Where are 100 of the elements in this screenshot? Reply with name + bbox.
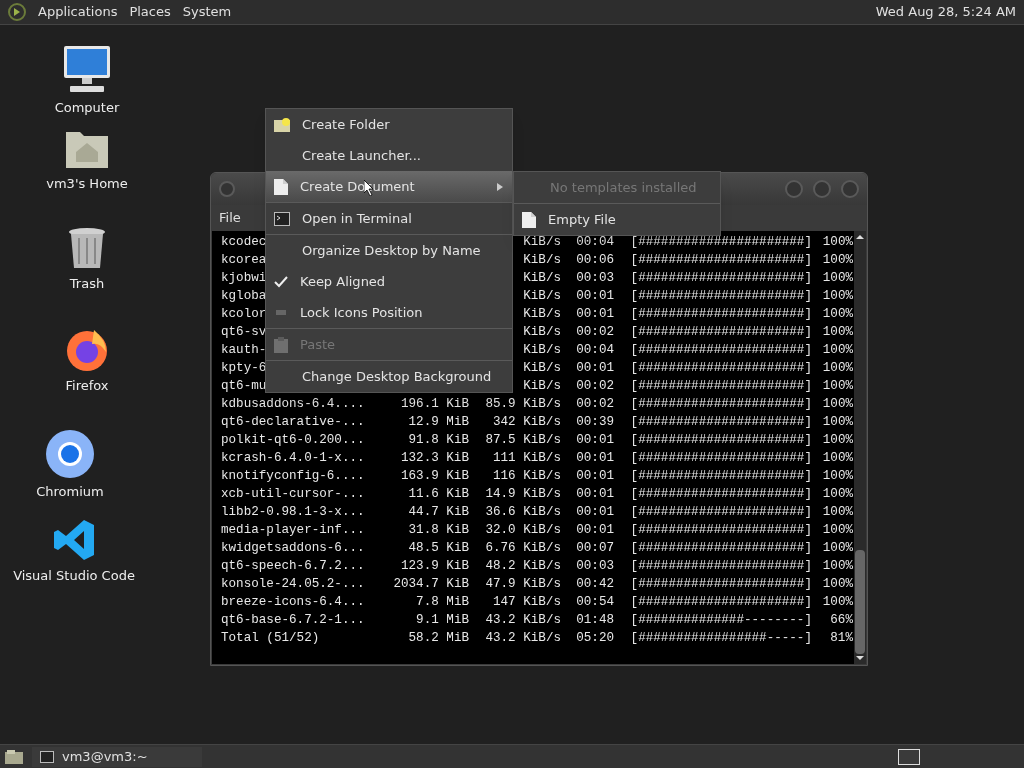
terminal-text: 132.3 KiB xyxy=(400,450,469,467)
terminal-text: 100% xyxy=(822,342,853,359)
terminal-text: 00:01 xyxy=(576,450,614,467)
terminal-text: [######################] xyxy=(630,468,812,485)
terminal-text: 6.76 KiB/s xyxy=(485,540,561,557)
terminal-text: 100% xyxy=(822,234,853,251)
terminal-text: 116 KiB/s xyxy=(492,468,561,485)
terminal-text: 00:01 xyxy=(576,468,614,485)
menu-item[interactable]: Create Folder xyxy=(266,109,512,140)
taskbar-button[interactable]: vm3@vm3:~ xyxy=(32,746,202,767)
desktop-icon-label[interactable]: Firefox xyxy=(65,376,109,396)
terminal-text: [######################] xyxy=(630,504,812,521)
terminal-text: breeze-icons-6.4... xyxy=(221,595,365,609)
terminal-text: qt6-mu xyxy=(221,379,267,393)
scrollbar[interactable] xyxy=(854,231,866,664)
chromium-icon xyxy=(46,430,94,478)
clock[interactable]: Wed Aug 28, 5:24 AM xyxy=(875,2,1016,22)
terminal-text: kcrash-6.4.0-1-x... xyxy=(221,451,365,465)
terminal-text: media-player-inf... xyxy=(221,523,365,537)
menu-item[interactable]: Lock Icons Position xyxy=(266,297,512,328)
terminal-text: 81% xyxy=(830,630,853,647)
terminal-text: [######################] xyxy=(630,288,812,305)
terminal-text: kjobwi xyxy=(221,271,267,285)
maximize-button[interactable] xyxy=(813,180,831,198)
terminal-text: xcb-util-cursor-... xyxy=(221,487,365,501)
computer-icon xyxy=(62,44,112,94)
document-icon xyxy=(522,211,536,228)
window-menu-button[interactable] xyxy=(219,181,235,197)
menu-item[interactable]: Organize Desktop by Name xyxy=(266,235,512,266)
terminal-text: 11.6 KiB xyxy=(408,486,469,503)
minimize-button[interactable] xyxy=(785,180,803,198)
window-menu[interactable]: File xyxy=(219,208,241,228)
panel-menu[interactable]: Places xyxy=(129,2,171,22)
close-button[interactable] xyxy=(841,180,859,198)
terminal-text: 100% xyxy=(822,576,853,593)
terminal-text: KiB/s xyxy=(523,324,561,341)
terminal-text: 2034.7 KiB xyxy=(393,576,469,593)
menu-logo-icon xyxy=(8,3,26,21)
terminal-text: 100% xyxy=(822,360,853,377)
terminal-text: [######################] xyxy=(630,270,812,287)
menu-item[interactable]: Empty File xyxy=(514,204,720,235)
show-desktop-icon[interactable] xyxy=(4,748,24,765)
terminal-text: 00:01 xyxy=(576,288,614,305)
terminal-text: 00:02 xyxy=(576,378,614,395)
terminal-text: libb2-0.98.1-3-x... xyxy=(221,505,365,519)
panel-menu[interactable]: Applications xyxy=(38,2,118,22)
terminal-text: 43.2 KiB/s xyxy=(485,612,561,629)
terminal-text: 48.5 KiB xyxy=(408,540,469,557)
terminal-text: 100% xyxy=(822,396,853,413)
terminal-text: [######################] xyxy=(630,396,812,413)
terminal-text: [######################] xyxy=(630,576,812,593)
terminal-text: 12.9 MiB xyxy=(408,414,469,431)
terminal-text: kwidgetsaddons-6... xyxy=(221,541,365,555)
workspace-switcher[interactable] xyxy=(898,748,920,765)
terminal-text: 111 KiB/s xyxy=(492,450,561,467)
code-editor-icon xyxy=(52,518,96,562)
menu-item[interactable]: Change Desktop Background xyxy=(266,361,512,392)
terminal-text: 00:02 xyxy=(576,396,614,413)
terminal-text: 100% xyxy=(822,432,853,449)
terminal-text: 00:02 xyxy=(576,324,614,341)
terminal-text: kpty-6 xyxy=(221,361,267,375)
menu-item[interactable]: Create Launcher... xyxy=(266,140,512,171)
panel-menu[interactable]: System xyxy=(182,2,232,22)
terminal-text: [######################] xyxy=(630,234,812,251)
terminal-text: kdbusaddons-6.4.... xyxy=(221,397,365,411)
terminal-text: 85.9 KiB/s xyxy=(485,396,561,413)
terminal-text: qt6-sv xyxy=(221,325,267,339)
terminal-text: 00:03 xyxy=(576,558,614,575)
terminal-text: 100% xyxy=(822,306,853,323)
terminal-text: 100% xyxy=(822,594,853,611)
menu-item[interactable]: Open in Terminal xyxy=(266,203,512,234)
terminal-text: 00:04 xyxy=(576,234,614,251)
terminal-text: [######################] xyxy=(630,360,812,377)
terminal-text: kgloba xyxy=(221,289,267,303)
terminal-text: [######################] xyxy=(630,324,812,341)
terminal-text: 00:01 xyxy=(576,306,614,323)
terminal-text: [######################] xyxy=(630,558,812,575)
terminal-text: 147 KiB/s xyxy=(492,594,561,611)
terminal-text: 00:06 xyxy=(576,252,614,269)
terminal-text: 43.2 KiB/s xyxy=(485,630,561,647)
terminal-text: KiB/s xyxy=(523,360,561,377)
terminal-text: 342 KiB/s xyxy=(492,414,561,431)
terminal-text: 9.1 MiB xyxy=(416,612,469,629)
terminal-icon xyxy=(40,750,54,763)
terminal-text: 00:42 xyxy=(576,576,614,593)
desktop-icon-label[interactable]: Chromium xyxy=(36,482,104,502)
desktop-icon-label[interactable]: Trash xyxy=(69,274,105,294)
trash-icon xyxy=(67,226,107,270)
terminal-text: 66% xyxy=(830,612,853,629)
desktop-icon-label[interactable]: vm3's Home xyxy=(46,174,128,194)
terminal-text: kcorea xyxy=(221,253,267,267)
menu-item[interactable]: Keep Aligned xyxy=(266,266,512,297)
terminal-text: 196.1 KiB xyxy=(400,396,469,413)
desktop-icon-label[interactable]: Computer xyxy=(54,98,120,118)
scrollbar-thumb[interactable] xyxy=(855,550,865,654)
terminal-text: [######################] xyxy=(630,432,812,449)
document-icon xyxy=(274,178,288,195)
desktop-icon-label[interactable]: Visual Studio Code xyxy=(13,566,135,586)
terminal-text: 00:01 xyxy=(576,504,614,521)
terminal-text: Total (51/52) xyxy=(221,631,320,645)
